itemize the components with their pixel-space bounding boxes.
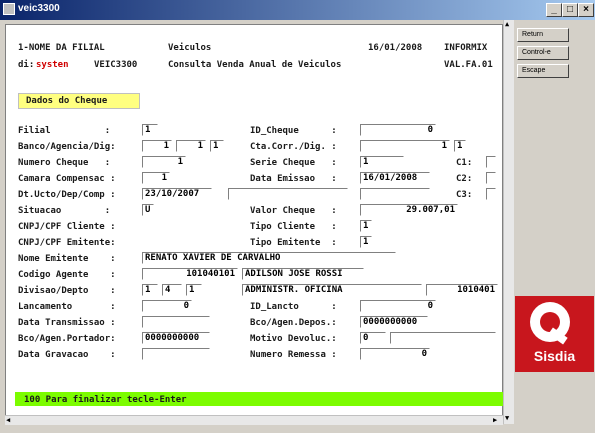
sisdia-logo: Sisdia xyxy=(515,296,594,372)
control-e-button[interactable]: Control-e xyxy=(517,46,569,60)
maximize-button[interactable]: □ xyxy=(562,3,578,17)
label-bco-depos: Bco/Agen.Depos.: xyxy=(250,318,337,328)
label-cnpj-emitente: CNPJ/CPF Emitente: xyxy=(18,238,116,248)
lancamento-field[interactable]: 0 xyxy=(142,300,192,312)
divisao-nome-field[interactable]: ADMINISTR. OFICINA xyxy=(242,284,422,296)
motivo-field[interactable]: 0 xyxy=(360,332,386,344)
label-data-emissao: Data Emissao : xyxy=(250,174,337,184)
id-lancto-field[interactable]: 0 xyxy=(360,300,436,312)
c2-field[interactable] xyxy=(486,172,496,184)
branch-name: 1-NOME DA FILIAL xyxy=(18,43,105,53)
directory-value: systen xyxy=(36,60,69,70)
id-cheque-field[interactable]: 0 xyxy=(360,124,436,136)
data-gravacao-field[interactable] xyxy=(142,348,210,360)
comp-date-field[interactable] xyxy=(360,188,430,200)
divisao-codigo-field[interactable]: 1010401 xyxy=(426,284,498,296)
label-lancamento: Lancamento : xyxy=(18,302,116,312)
close-button[interactable]: × xyxy=(578,3,594,17)
label-camara: Camara Compensac : xyxy=(18,174,116,184)
label-numero-cheque: Numero Cheque : xyxy=(18,158,111,168)
c3-field[interactable] xyxy=(486,188,496,200)
label-serie-cheque: Serie Cheque : xyxy=(250,158,337,168)
label-banco: Banco/Agencia/Dig: xyxy=(18,142,116,152)
program-version: VAL.FA.01 xyxy=(444,60,493,70)
terminal-screen: 1-NOME DA FILIAL Veiculos 16/01/2008 INF… xyxy=(5,24,503,424)
directory-label: di: xyxy=(18,60,35,70)
codigo-agente-field[interactable]: 101040101 xyxy=(142,268,238,280)
bco-depos-field[interactable]: 0000000000 xyxy=(360,316,428,328)
numero-cheque-field[interactable]: 1 xyxy=(142,156,186,168)
label-situacao: Situacao : xyxy=(18,206,111,216)
section-title: Dados do Cheque xyxy=(26,96,108,106)
label-c2: C2: xyxy=(456,174,473,184)
title-bar: veic3300 _ □ × xyxy=(0,0,595,20)
agente-nome-field[interactable]: ADILSON JOSE ROSSI xyxy=(242,268,364,280)
serie-cheque-field[interactable]: 1 xyxy=(360,156,404,168)
situacao-field[interactable]: U xyxy=(142,204,154,216)
data-emissao-field[interactable]: 16/01/2008 xyxy=(360,172,430,184)
horizontal-scrollbar[interactable]: ◀ ▶ xyxy=(5,415,503,425)
label-data-gravacao: Data Gravacao : xyxy=(18,350,116,360)
program-code: VEIC3300 xyxy=(94,60,138,70)
data-transmissao-field[interactable] xyxy=(142,316,210,328)
cnpj-masked-area xyxy=(142,218,238,250)
database-name: INFORMIX xyxy=(444,43,488,53)
label-dt-ucto: Dt.Ucto/Dep/Comp : xyxy=(18,190,116,200)
program-description: Consulta Venda Anual de Veiculos xyxy=(168,60,342,70)
scroll-left-icon[interactable]: ◀ xyxy=(6,416,10,424)
tipo-cliente-field[interactable]: 1 xyxy=(360,220,372,232)
escape-button[interactable]: Escape xyxy=(517,64,569,78)
depto2-field[interactable]: 1 xyxy=(186,284,202,296)
window-title: veic3300 xyxy=(18,3,60,14)
agencia-field[interactable]: 1 xyxy=(176,140,206,152)
module-name: Veiculos xyxy=(168,43,212,53)
motivo-desc-field[interactable] xyxy=(390,332,496,344)
label-tipo-cliente: Tipo Cliente : xyxy=(250,222,337,232)
return-button[interactable]: Return xyxy=(517,28,569,42)
dep-date-field[interactable] xyxy=(228,188,348,200)
label-codigo-agente: Codigo Agente : xyxy=(18,270,116,280)
banco-field[interactable]: 1 xyxy=(142,140,172,152)
minimize-button[interactable]: _ xyxy=(546,3,562,17)
label-c1: C1: xyxy=(456,158,473,168)
label-data-transmissao: Data Transmissao : xyxy=(18,318,116,328)
depto-field[interactable]: 4 xyxy=(162,284,182,296)
c1-field[interactable] xyxy=(486,156,496,168)
scroll-down-icon[interactable]: ▼ xyxy=(505,414,509,422)
camara-field[interactable]: 1 xyxy=(142,172,170,184)
label-valor-cheque: Valor Cheque : xyxy=(250,206,337,216)
tipo-emitente-field[interactable]: 1 xyxy=(360,236,372,248)
label-divisao: Divisao/Depto : xyxy=(18,286,116,296)
cta-dig-field[interactable]: 1 xyxy=(454,140,466,152)
label-motivo: Motivo Devoluc.: xyxy=(250,334,337,344)
app-icon[interactable] xyxy=(3,3,15,15)
label-c3: C3: xyxy=(456,190,473,200)
label-tipo-emitente: Tipo Emitente : xyxy=(250,238,337,248)
label-nome-emitente: Nome Emitente : xyxy=(18,254,116,264)
scroll-right-icon[interactable]: ▶ xyxy=(493,416,497,424)
label-cta-corr: Cta.Corr./Dig. : xyxy=(250,142,337,152)
label-id-lancto: ID_Lancto : xyxy=(250,302,337,312)
bco-portador-field[interactable]: 0000000000 xyxy=(142,332,210,344)
logo-text: Sisdia xyxy=(533,348,576,364)
label-filial: Filial : xyxy=(18,126,111,136)
scroll-up-icon[interactable]: ▲ xyxy=(505,20,509,28)
application-window: veic3300 _ □ × 1-NOME DA FILIAL Veiculos… xyxy=(0,0,595,433)
divisao-field[interactable]: 1 xyxy=(142,284,158,296)
vertical-scrollbar[interactable]: ▲ ▼ xyxy=(503,20,514,424)
label-cnpj-cliente: CNPJ/CPF Cliente : xyxy=(18,222,116,232)
dig-field[interactable]: 1 xyxy=(210,140,224,152)
dt-ucto-field[interactable]: 23/10/2007 xyxy=(142,188,212,200)
status-message: 100 Para finalizar tecle-Enter xyxy=(24,395,187,405)
header-date: 16/01/2008 xyxy=(368,43,423,53)
label-numero-remessa: Numero Remessa : xyxy=(250,350,337,360)
label-bco-portador: Bco/Agen.Portador: xyxy=(18,334,116,344)
numero-remessa-field[interactable]: 0 xyxy=(360,348,430,360)
valor-cheque-field[interactable]: 29.007,01 xyxy=(360,204,458,216)
cta-corr-field[interactable]: 1 xyxy=(360,140,450,152)
filial-field[interactable]: 1 xyxy=(142,124,158,136)
label-id-cheque: ID_Cheque : xyxy=(250,126,337,136)
nome-emitente-field[interactable]: RENATO XAVIER DE CARVALHO xyxy=(142,252,396,264)
